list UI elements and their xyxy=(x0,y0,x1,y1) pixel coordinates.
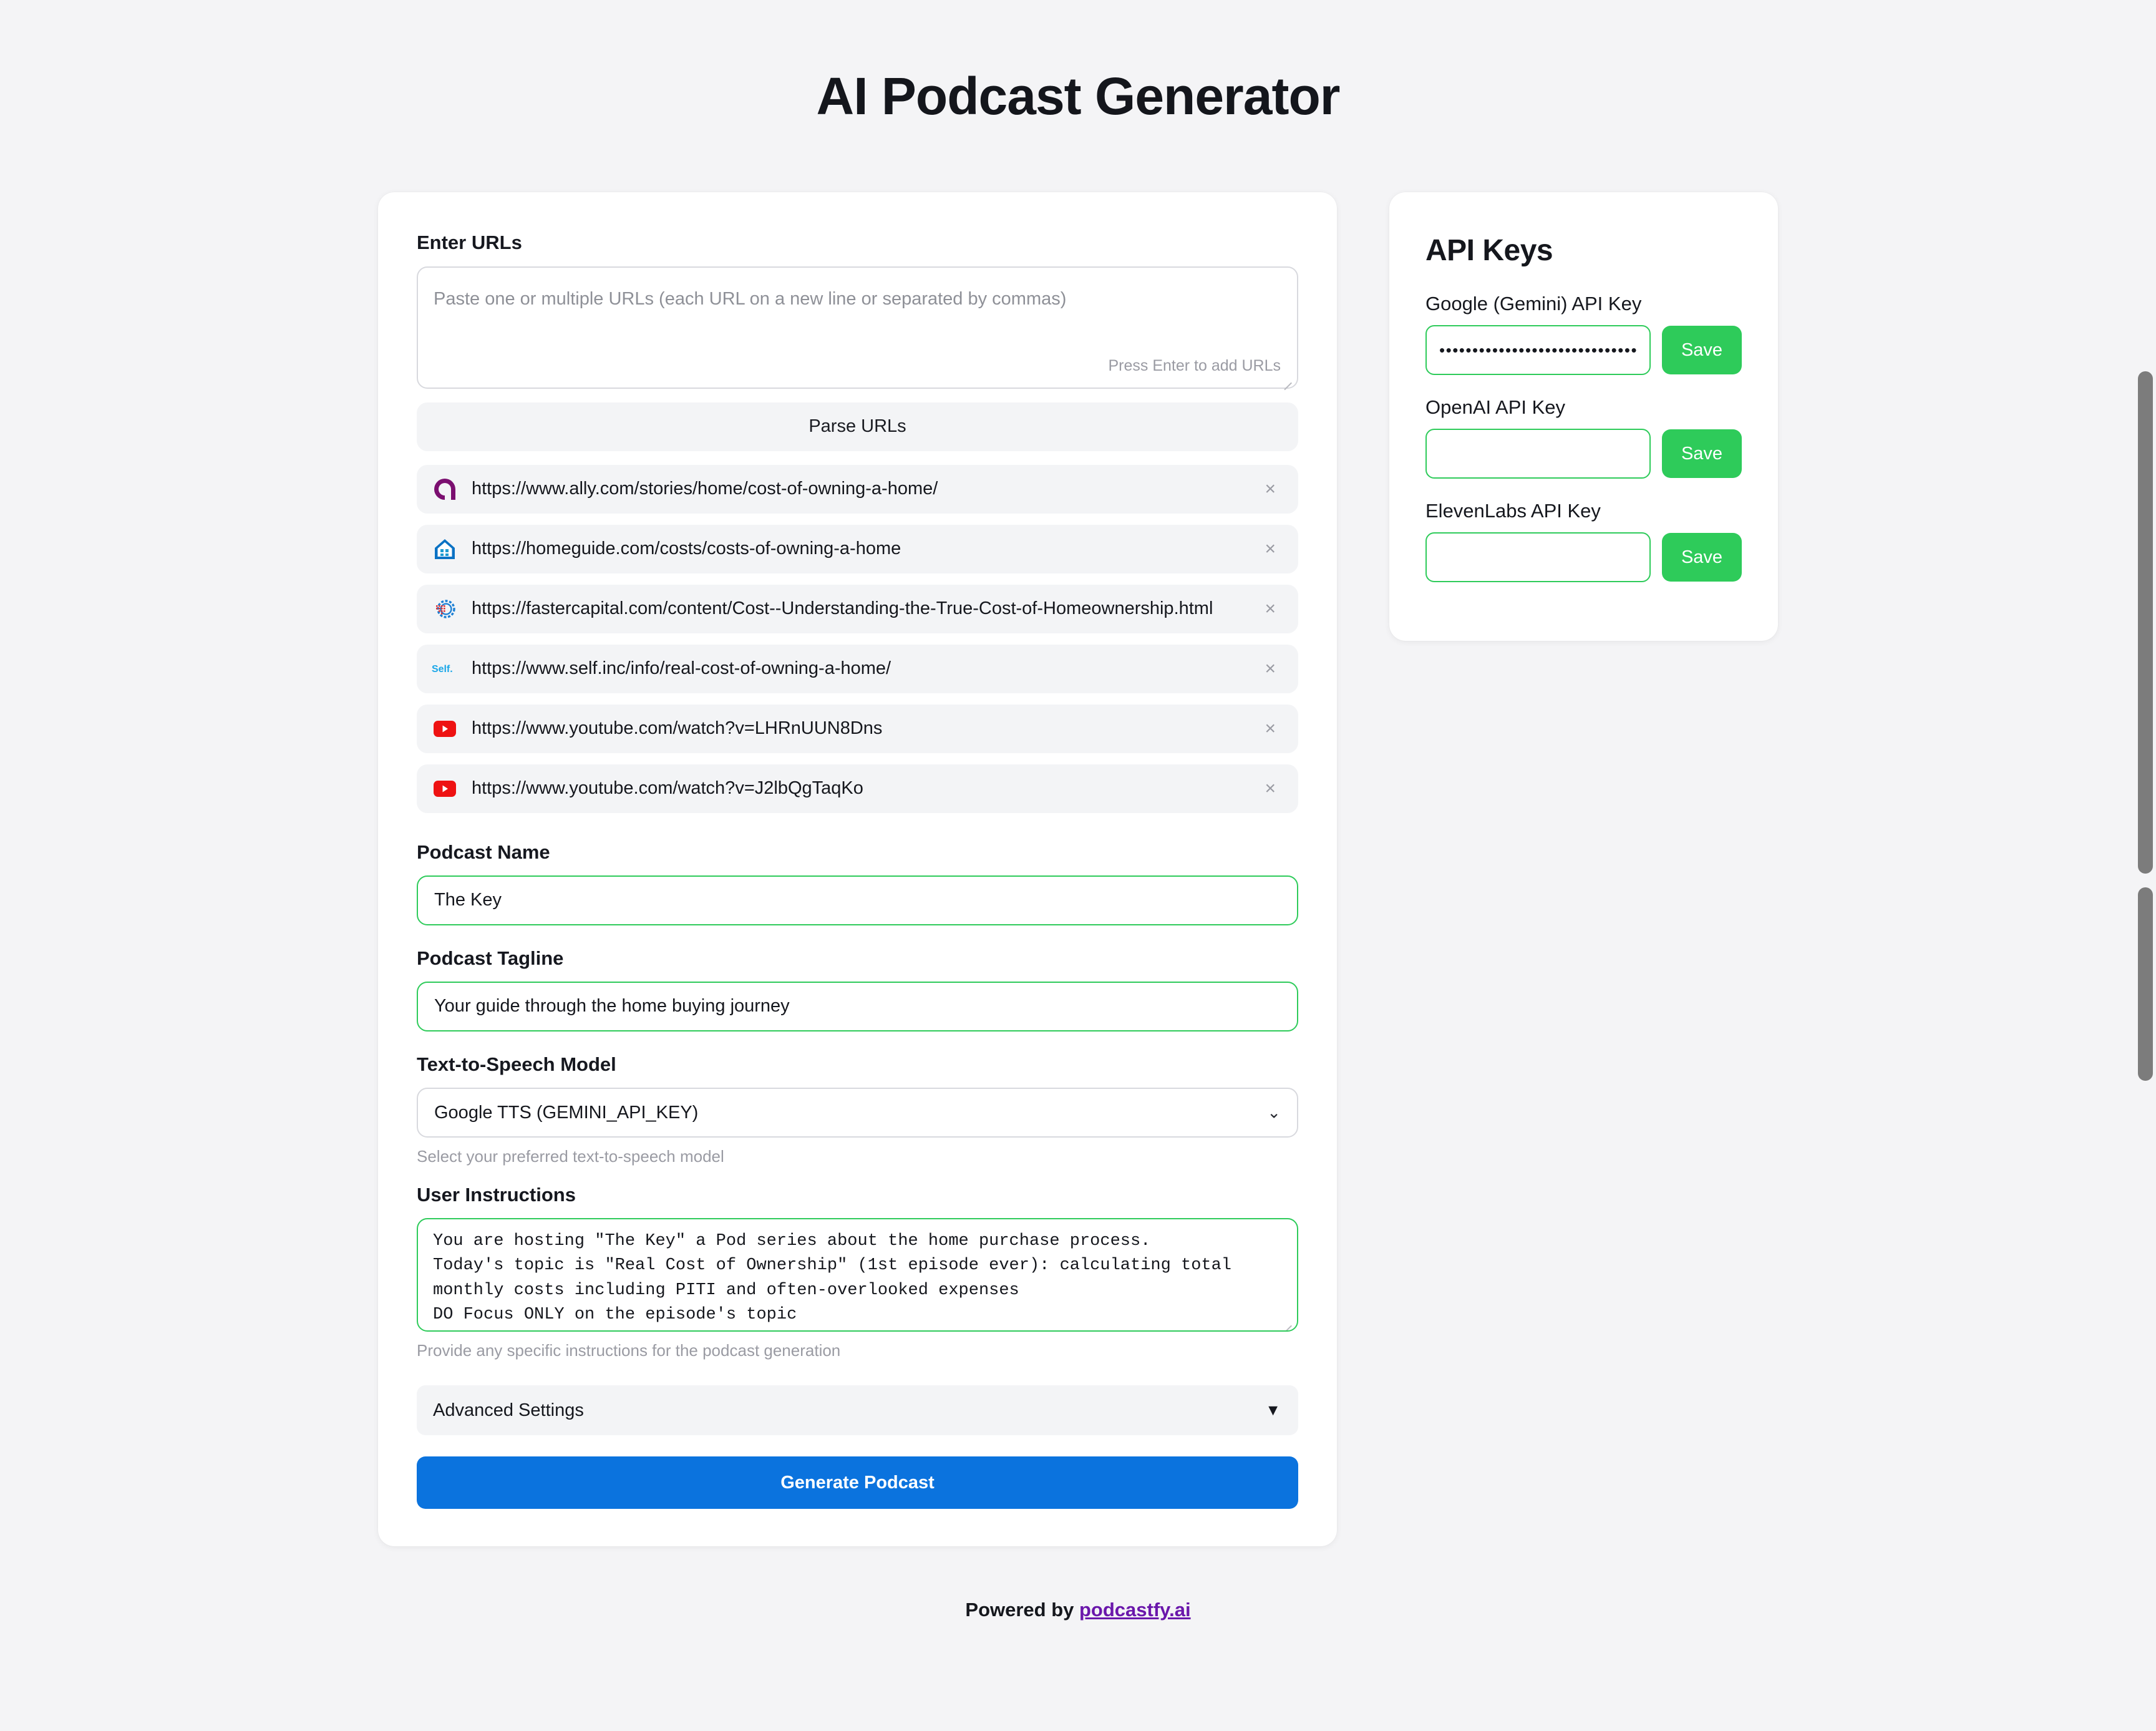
save-openai-api-key-button[interactable]: Save xyxy=(1662,429,1742,479)
google-api-key-row: •••••••••••••••••••••••••••••••••••••• S… xyxy=(1425,325,1742,376)
tts-model-select-wrap: Google TTS (GEMINI_API_KEY) ⌄ xyxy=(417,1088,1298,1138)
api-keys-title: API Keys xyxy=(1425,234,1553,268)
url-text: https://homeguide.com/costs/costs-of-own… xyxy=(472,539,901,559)
url-text: https://fastercapital.com/content/Cost--… xyxy=(472,598,1213,619)
openai-api-key-label: OpenAI API Key xyxy=(1425,396,1566,419)
youtube-icon xyxy=(432,776,458,802)
remove-url-button[interactable]: × xyxy=(1256,479,1284,499)
self-icon: Self. xyxy=(432,656,458,682)
page-scrollbar-thumb-secondary[interactable] xyxy=(2138,887,2153,1081)
user-instructions-textarea[interactable]: You are hosting "The Key" a Pod series a… xyxy=(417,1217,1298,1332)
page-title: AI Podcast Generator xyxy=(816,67,1341,125)
podcast-tagline-label: Podcast Tagline xyxy=(417,947,564,969)
url-text: https://www.youtube.com/watch?v=LHRnUUN8… xyxy=(472,718,883,739)
list-item[interactable]: https://www.youtube.com/watch?v=J2lbQgTa… xyxy=(417,764,1298,813)
generate-podcast-button[interactable]: Generate Podcast xyxy=(417,1456,1298,1509)
url-text: https://www.ally.com/stories/home/cost-o… xyxy=(472,479,938,499)
google-api-key-input[interactable]: •••••••••••••••••••••••••••••••••••••• xyxy=(1425,325,1651,376)
user-instructions-help: Provide any specific instructions for th… xyxy=(417,1340,841,1360)
save-google-api-key-button[interactable]: Save xyxy=(1662,326,1742,375)
tts-model-label: Text-to-Speech Model xyxy=(417,1053,616,1075)
remove-url-button[interactable]: × xyxy=(1256,719,1284,738)
user-instructions-text: You are hosting "The Key" a Pod series a… xyxy=(433,1231,1232,1330)
resize-grip-icon[interactable] xyxy=(1281,373,1294,385)
enter-urls-label: Enter URLs xyxy=(417,232,522,254)
list-item[interactable]: https://fastercapital.com/content/Cost--… xyxy=(417,584,1298,633)
svg-text:Self.: Self. xyxy=(432,664,453,675)
resize-grip-icon[interactable] xyxy=(1281,1315,1294,1328)
page-scrollbar-thumb[interactable] xyxy=(2138,371,2153,874)
remove-url-button[interactable]: × xyxy=(1256,659,1284,678)
podcast-tagline-input[interactable]: Your guide through the home buying journ… xyxy=(417,981,1298,1031)
url-list: https://www.ally.com/stories/home/cost-o… xyxy=(417,464,1298,813)
podcast-name-label: Podcast Name xyxy=(417,841,550,863)
google-api-key-value: •••••••••••••••••••••••••••••••••••••• xyxy=(1439,340,1637,359)
page-scrollbar[interactable] xyxy=(2135,0,2156,1731)
google-api-key-label: Google (Gemini) API Key xyxy=(1425,293,1642,315)
urls-textarea[interactable]: Paste one or multiple URLs (each URL on … xyxy=(417,266,1298,389)
urls-textarea-hint: Press Enter to add URLs xyxy=(1108,356,1281,374)
advanced-settings-label: Advanced Settings xyxy=(433,1400,584,1420)
user-instructions-label: User Instructions xyxy=(417,1183,576,1206)
urls-textarea-placeholder: Paste one or multiple URLs (each URL on … xyxy=(434,288,1067,309)
podcastfy-link[interactable]: podcastfy.ai xyxy=(1079,1599,1191,1621)
remove-url-button[interactable]: × xyxy=(1256,599,1284,618)
advanced-settings-toggle[interactable]: Advanced Settings ▼ xyxy=(417,1385,1298,1436)
elevenlabs-api-key-input[interactable] xyxy=(1425,532,1651,583)
list-item[interactable]: https://homeguide.com/costs/costs-of-own… xyxy=(417,524,1298,573)
url-text: https://www.youtube.com/watch?v=J2lbQgTa… xyxy=(472,778,863,799)
tts-model-select[interactable]: Google TTS (GEMINI_API_KEY) xyxy=(417,1088,1298,1138)
podcast-name-input[interactable]: The Key xyxy=(417,875,1298,925)
fastercapital-gear-icon xyxy=(432,596,458,622)
youtube-icon xyxy=(432,716,458,742)
save-elevenlabs-api-key-button[interactable]: Save xyxy=(1662,533,1742,582)
ally-icon xyxy=(432,476,458,502)
remove-url-button[interactable]: × xyxy=(1256,779,1284,798)
remove-url-button[interactable]: × xyxy=(1256,539,1284,558)
list-item[interactable]: https://www.ally.com/stories/home/cost-o… xyxy=(417,464,1298,514)
list-item[interactable]: https://www.youtube.com/watch?v=LHRnUUN8… xyxy=(417,704,1298,753)
main-layout: Enter URLs Paste one or multiple URLs (e… xyxy=(0,192,2156,1547)
chevron-down-icon: ▼ xyxy=(1265,1401,1281,1419)
homeguide-house-icon xyxy=(432,536,458,562)
podcast-form-card: Enter URLs Paste one or multiple URLs (e… xyxy=(378,192,1337,1547)
footer-prefix: Powered by xyxy=(965,1599,1079,1621)
elevenlabs-api-key-label: ElevenLabs API Key xyxy=(1425,500,1601,522)
parse-urls-button[interactable]: Parse URLs xyxy=(417,402,1298,451)
footer: Powered by podcastfy.ai xyxy=(0,1599,2156,1621)
openai-api-key-row: Save xyxy=(1425,429,1742,479)
openai-api-key-input[interactable] xyxy=(1425,429,1651,479)
api-keys-card: API Keys Google (Gemini) API Key •••••••… xyxy=(1389,192,1778,641)
list-item[interactable]: Self. https://www.self.inc/info/real-cos… xyxy=(417,644,1298,693)
tts-model-help: Select your preferred text-to-speech mod… xyxy=(417,1147,724,1166)
url-text: https://www.self.inc/info/real-cost-of-o… xyxy=(472,658,891,679)
elevenlabs-api-key-row: Save xyxy=(1425,532,1742,583)
